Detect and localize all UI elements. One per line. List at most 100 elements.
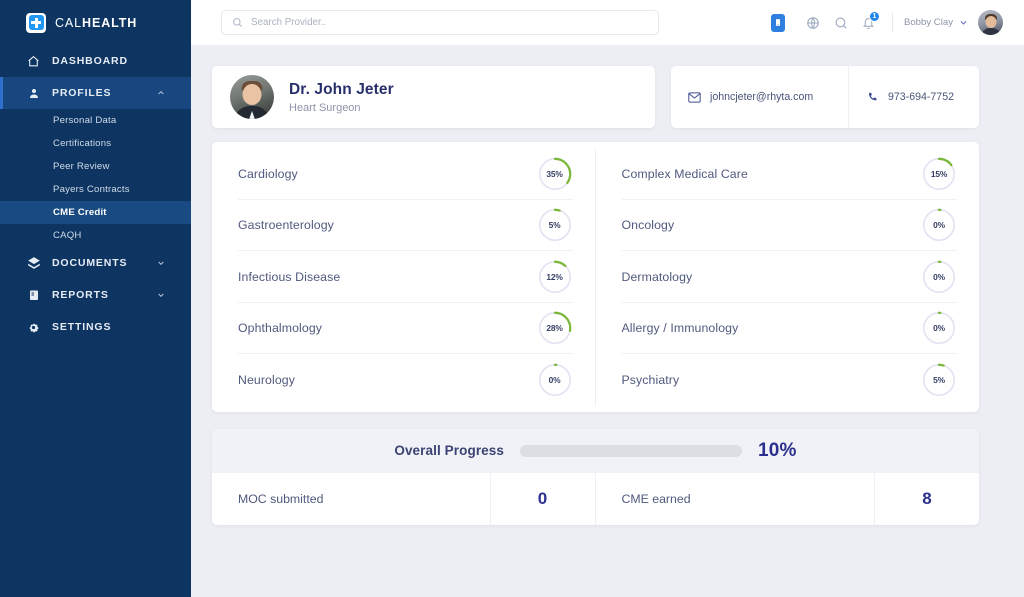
provider-profile-card: Dr. John Jeter Heart Surgeon [212,66,655,128]
specialty-row[interactable]: Cardiology 35% [212,148,595,200]
phone-value: 973-694-7752 [888,91,954,103]
specialty-name: Psychiatry [622,373,680,387]
specialties-card: Cardiology 35% Gastroenterology 5% Infectiou… [212,142,979,412]
sidebar-sublabel-3: Payers Contracts [53,184,130,195]
specialty-percent: 5% [537,207,573,243]
username-label[interactable]: Bobby Clay [904,17,953,28]
sidebar-subitem-caqh[interactable]: CAQH [0,224,191,247]
overall-progress-card: Overall Progress 10% MOC submitted 0 CME… [212,429,979,525]
sidebar-label-settings: SETTINGS [52,321,111,333]
content: Dr. John Jeter Heart Surgeon johncjeter@… [191,45,1024,597]
sidebar-subitem-payers-contracts[interactable]: Payers Contracts [0,178,191,201]
home-icon [26,55,41,68]
specialty-row[interactable]: Dermatology 0% [596,251,980,303]
stats-row: MOC submitted 0 CME earned 8 [212,473,979,525]
provider-name: Dr. John Jeter [289,80,394,99]
sidebar-sublabel-5: CAQH [53,230,82,241]
layers-icon [26,256,41,270]
sidebar-subitem-personal-data[interactable]: Personal Data [0,109,191,132]
sidebar-sublabel-1: Certifications [53,138,111,149]
app-root: CALHEALTH DASHBOARD PROFILES Personal Da… [0,0,1024,597]
sidebar-subitem-peer-review[interactable]: Peer Review [0,155,191,178]
brand-name-light: CAL [55,16,82,30]
overall-progress-percent: 10% [758,440,797,462]
brand-logo[interactable]: CALHEALTH [0,0,191,45]
specialty-progress-donut: 15% [921,156,957,192]
specialty-name: Gastroenterology [238,218,334,232]
overall-progress-label: Overall Progress [394,443,504,458]
specialty-row[interactable]: Neurology0% [212,354,595,406]
specialty-name: Dermatology [622,270,693,284]
specialty-name: Infectious Disease [238,270,340,284]
specialty-percent: 35% [537,156,573,192]
bell-icon[interactable]: 1 [855,9,883,37]
specialty-row[interactable]: Ophthalmology 28% [212,303,595,355]
chevron-down-icon[interactable] [959,18,968,27]
specialty-percent: 0% [921,310,957,346]
specialty-name: Oncology [622,218,675,232]
mobile-icon[interactable] [771,14,785,32]
avatar[interactable] [978,10,1003,35]
specialty-percent: 15% [921,156,957,192]
phone-icon [866,91,879,103]
specialty-row[interactable]: Complex Medical Care 15% [596,148,980,200]
brand-name: CALHEALTH [55,16,137,30]
specialty-name: Ophthalmology [238,321,322,335]
specialty-row[interactable]: Allergy / Immunology 0% [596,303,980,355]
email-cell[interactable]: johncjeter@rhyta.com [671,66,849,128]
specialty-row[interactable]: Psychiatry 5% [596,354,980,406]
sidebar-subitem-cme-credit[interactable]: CME Credit [0,201,191,224]
specialty-percent: 28% [537,310,573,346]
specialty-progress-donut: 12% [537,259,573,295]
sidebar: CALHEALTH DASHBOARD PROFILES Personal Da… [0,0,191,597]
gear-icon [26,321,41,334]
specialty-progress-donut: 0% [921,259,957,295]
sidebar-item-documents[interactable]: DOCUMENTS [0,247,191,279]
phone-cell[interactable]: 973-694-7752 [849,66,971,128]
sidebar-label-documents: DOCUMENTS [52,257,127,269]
chevron-down-icon [157,259,165,267]
specialty-percent: 5% [921,362,957,398]
specialties-column-right: Complex Medical Care15%Oncology0%Dermato… [596,148,980,406]
sidebar-item-dashboard[interactable]: DASHBOARD [0,45,191,77]
stat-label-1: CME earned [596,492,691,506]
sidebar-sublabel-4: CME Credit [53,207,107,218]
specialty-percent: 12% [537,259,573,295]
topbar-actions: 1 Bobby Clay [771,9,1003,37]
specialty-progress-donut: 5% [537,207,573,243]
specialty-progress-donut: 5% [921,362,957,398]
sidebar-item-settings[interactable]: SETTINGS [0,311,191,343]
topbar: 1 Bobby Clay [191,0,1024,45]
specialty-percent: 0% [921,207,957,243]
specialties-column-left: Cardiology 35% Gastroenterology 5% Infectiou… [212,148,596,406]
search-bar[interactable] [221,10,659,35]
sidebar-label-dashboard: DASHBOARD [52,55,128,67]
sidebar-subitem-certifications[interactable]: Certifications [0,132,191,155]
specialty-row[interactable]: Oncology 0% [596,200,980,252]
search-input[interactable] [251,17,648,28]
email-value: johncjeter@rhyta.com [710,91,813,103]
sidebar-item-reports[interactable]: REPORTS [0,279,191,311]
stat-value-1: 8 [874,473,979,525]
stat-moc-submitted: MOC submitted 0 [212,473,596,525]
specialty-row[interactable]: Infectious Disease 12% [212,251,595,303]
specialty-row[interactable]: Gastroenterology 5% [212,200,595,252]
specialty-name: Complex Medical Care [622,167,748,181]
sidebar-sublabel-2: Peer Review [53,161,110,172]
overall-progress-bar [520,445,742,457]
specialty-name: Cardiology [238,167,298,181]
specialty-progress-donut: 0% [921,207,957,243]
globe-icon[interactable] [799,9,827,37]
sidebar-label-reports: REPORTS [52,289,109,301]
overall-progress-header: Overall Progress 10% [212,429,979,473]
notification-badge: 1 [869,11,880,22]
main-area: 1 Bobby Clay Dr. John Jeter [191,0,1024,597]
help-icon[interactable] [827,9,855,37]
user-icon [26,87,41,100]
profile-strip: Dr. John Jeter Heart Surgeon johncjeter@… [212,66,979,128]
sidebar-item-profiles[interactable]: PROFILES [0,77,191,109]
specialty-name: Allergy / Immunology [622,321,739,335]
medical-cross-icon [26,13,46,33]
provider-avatar [230,75,274,119]
specialty-percent: 0% [537,362,573,398]
